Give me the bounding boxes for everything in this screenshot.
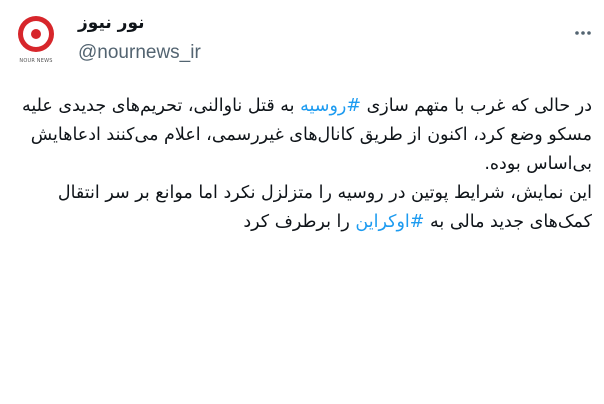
tweet-header: نور نیوز @nournews_ir xyxy=(78,12,201,66)
hashtag-link-ukraine[interactable]: #اوکراین xyxy=(355,212,424,232)
tweet-text: در حالی که غرب با متهم سازی #روسیه به قت… xyxy=(14,92,592,237)
display-name[interactable]: نور نیوز xyxy=(78,12,201,34)
text-segment: را برطرف کرد xyxy=(243,212,356,232)
tweet-paragraph-2: این نمایش، شرایط پوتین در روسیه را متزلز… xyxy=(14,179,592,237)
user-handle[interactable]: @nournews_ir xyxy=(78,40,201,66)
tweet-card: NOUR NEWS نور نیوز @nournews_ir در حالی … xyxy=(0,0,604,404)
text-segment: در حالی که غرب با متهم سازی xyxy=(361,96,592,116)
more-options-button[interactable] xyxy=(572,22,594,44)
avatar[interactable]: NOUR NEWS xyxy=(10,12,62,72)
nour-news-logo-icon xyxy=(18,16,54,52)
avatar-caption: NOUR NEWS xyxy=(19,58,53,64)
more-dots-icon xyxy=(575,31,591,35)
tweet-paragraph-1: در حالی که غرب با متهم سازی #روسیه به قت… xyxy=(14,92,592,179)
hashtag-link-russia[interactable]: #روسیه xyxy=(300,96,361,116)
